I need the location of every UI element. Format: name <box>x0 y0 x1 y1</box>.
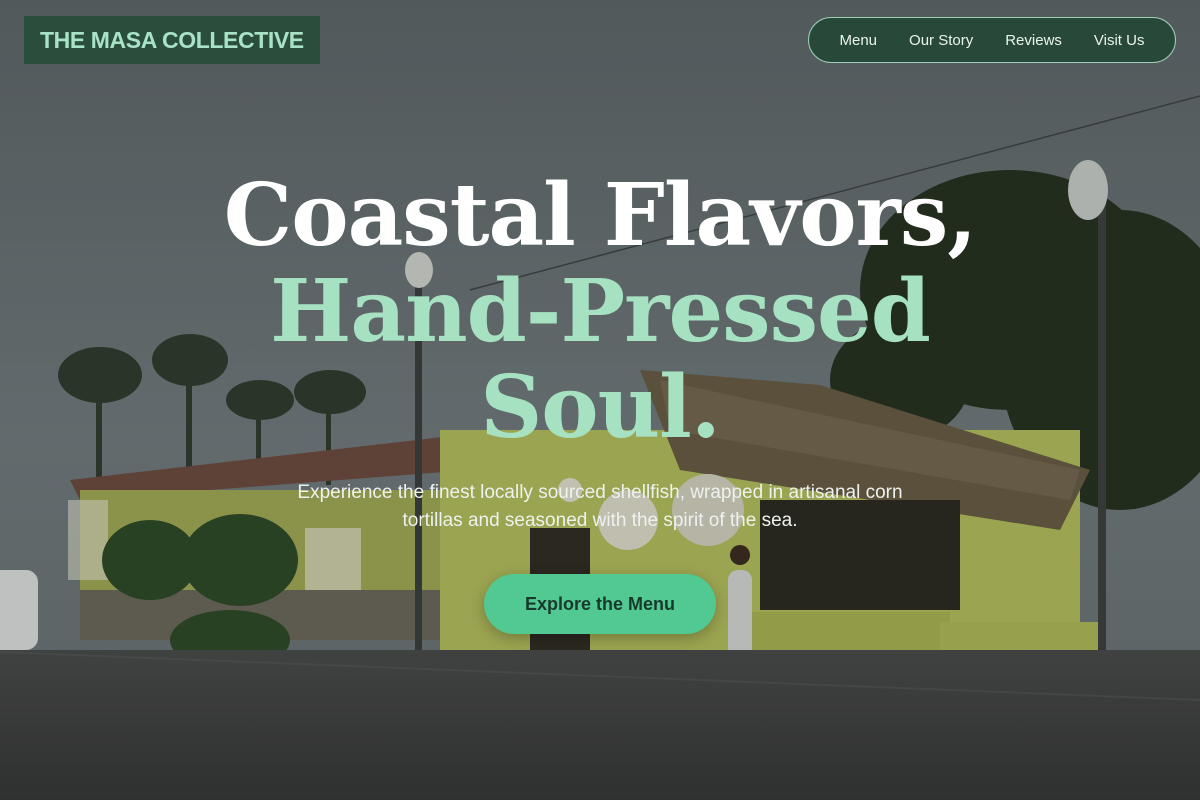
headline-line-2: Hand-Pressed <box>270 261 931 362</box>
headline-line-3: Soul. <box>480 357 721 458</box>
hero-subtitle: Experience the finest locally sourced sh… <box>297 482 903 531</box>
nav-item-visit-us[interactable]: Visit Us <box>1094 32 1145 49</box>
nav-item-menu[interactable]: Menu <box>840 32 878 49</box>
explore-menu-button[interactable]: Explore the Menu <box>484 574 716 634</box>
brand-logo[interactable]: THE MASA COLLECTIVE <box>24 16 320 64</box>
nav-item-reviews[interactable]: Reviews <box>1005 32 1062 49</box>
headline-line-1: Coastal Flavors, <box>223 165 977 266</box>
brand-name: THE MASA COLLECTIVE <box>40 26 304 53</box>
nav-item-our-story[interactable]: Our Story <box>909 32 973 49</box>
hero-headline: Coastal Flavors, Hand-Pressed Soul. <box>0 168 1200 456</box>
top-nav: Menu Our Story Reviews Visit Us <box>808 17 1176 63</box>
